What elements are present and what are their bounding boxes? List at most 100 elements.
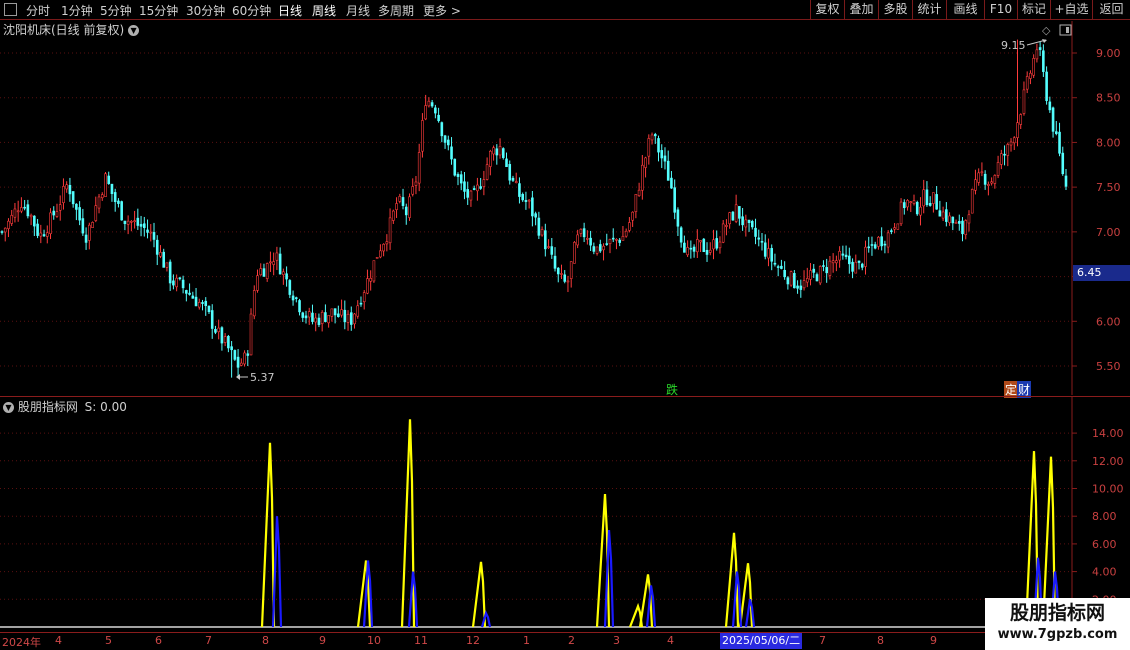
date-label: 4 bbox=[55, 634, 62, 647]
candle-body bbox=[767, 248, 770, 259]
candle-body bbox=[443, 135, 447, 143]
candle-body bbox=[860, 263, 864, 268]
candle-body bbox=[78, 207, 81, 221]
candle-body bbox=[395, 203, 398, 210]
candle-body bbox=[233, 350, 237, 360]
candle-body bbox=[294, 297, 298, 299]
candle-body bbox=[676, 209, 680, 227]
tab-monthly[interactable]: 月线 bbox=[346, 2, 370, 19]
draw-line-button[interactable]: 画线 bbox=[946, 0, 984, 20]
candle-body bbox=[1003, 153, 1006, 156]
candle-body bbox=[133, 220, 136, 222]
tab-30min[interactable]: 30分钟 bbox=[186, 2, 225, 19]
candle-body bbox=[579, 228, 583, 234]
candle-body bbox=[718, 241, 722, 249]
candle-body bbox=[770, 248, 774, 262]
mark-button[interactable]: 标记 bbox=[1017, 0, 1050, 20]
candle-body bbox=[1009, 141, 1013, 146]
candle-body bbox=[404, 206, 408, 216]
date-label: 8 bbox=[877, 634, 884, 647]
candle-body bbox=[870, 244, 874, 246]
candle-body bbox=[679, 227, 683, 243]
candle-body bbox=[686, 247, 689, 256]
candle-body bbox=[49, 212, 52, 235]
tab-fenshi[interactable]: 分时 bbox=[26, 2, 50, 19]
candle-body bbox=[812, 268, 816, 273]
candle-body bbox=[663, 155, 667, 162]
candle-body bbox=[728, 212, 731, 225]
candle-body bbox=[566, 280, 570, 283]
stock-chart-window: 分时 1分钟 5分钟 15分钟 30分钟 60分钟 日线 周线 月线 多周期 更… bbox=[0, 0, 1130, 650]
candle-body bbox=[142, 223, 146, 228]
panel-toggle-icon[interactable] bbox=[1059, 24, 1072, 36]
candle-body bbox=[120, 201, 123, 221]
candle-body bbox=[201, 302, 204, 304]
tab-multi-period[interactable]: 多周期 bbox=[378, 2, 414, 19]
candle-body bbox=[214, 329, 217, 333]
candle-body bbox=[715, 238, 719, 249]
tab-1min[interactable]: 1分钟 bbox=[61, 2, 93, 19]
blue-spike bbox=[744, 599, 756, 628]
candle-body bbox=[990, 181, 993, 184]
date-label: 1 bbox=[523, 634, 530, 647]
statistics-button[interactable]: 统计 bbox=[912, 0, 946, 20]
candle-body bbox=[941, 211, 945, 219]
tab-daily[interactable]: 日线 bbox=[278, 2, 302, 19]
candle-body bbox=[217, 327, 220, 333]
candle-body bbox=[398, 196, 402, 202]
price-axis-label: 5.50 bbox=[1096, 360, 1121, 373]
candle-body bbox=[637, 189, 641, 196]
multi-stock-button[interactable]: 多股 bbox=[878, 0, 912, 20]
candle-body bbox=[437, 114, 440, 122]
candle-body bbox=[896, 223, 900, 230]
candle-body bbox=[841, 253, 845, 256]
candle-body bbox=[417, 152, 421, 184]
candle-body bbox=[0, 231, 4, 233]
tab-60min[interactable]: 60分钟 bbox=[232, 2, 271, 19]
candle-body bbox=[508, 164, 512, 181]
candle-body bbox=[252, 290, 256, 317]
candle-body bbox=[7, 220, 10, 229]
candle-body bbox=[550, 246, 554, 255]
date-label: 7 bbox=[205, 634, 212, 647]
tab-more[interactable]: 更多 > bbox=[423, 2, 461, 19]
f10-button[interactable]: F10 bbox=[984, 0, 1017, 20]
price-axis-label: 6.00 bbox=[1096, 315, 1121, 328]
candle-body bbox=[631, 211, 634, 221]
candle-body bbox=[159, 252, 162, 257]
candle-body bbox=[337, 313, 340, 318]
tab-15min[interactable]: 15分钟 bbox=[139, 2, 178, 19]
tab-5min[interactable]: 5分钟 bbox=[100, 2, 132, 19]
candle-body bbox=[511, 177, 515, 181]
candle-body bbox=[256, 275, 259, 291]
overlay-button[interactable]: 叠加 bbox=[844, 0, 878, 20]
add-watchlist-button[interactable]: +自选 bbox=[1050, 0, 1092, 20]
candle-body bbox=[97, 196, 101, 209]
candle-body bbox=[844, 254, 848, 258]
candle-body bbox=[854, 261, 858, 274]
candles-group bbox=[0, 39, 1068, 378]
candle-body bbox=[948, 215, 951, 223]
candle-body bbox=[857, 260, 861, 263]
candle-body bbox=[162, 251, 166, 268]
candle-body bbox=[68, 184, 72, 195]
candle-body bbox=[52, 210, 56, 216]
fuquan-button[interactable]: 复权 bbox=[810, 0, 844, 20]
candle-body bbox=[469, 190, 473, 201]
crosshair-date: 2025/05/06/二 bbox=[720, 633, 803, 649]
tab-weekly[interactable]: 周线 bbox=[312, 2, 336, 19]
window-menu-icon[interactable] bbox=[4, 3, 17, 16]
candle-body bbox=[666, 160, 670, 181]
diamond-icon[interactable]: ◇ bbox=[1042, 24, 1051, 37]
candle-body bbox=[372, 260, 376, 282]
candle-body bbox=[961, 220, 964, 235]
candle-body bbox=[55, 211, 59, 217]
candle-body bbox=[240, 362, 243, 366]
back-button[interactable]: 返回 bbox=[1092, 0, 1130, 20]
candle-body bbox=[883, 243, 887, 246]
candle-body bbox=[867, 246, 871, 249]
candle-body bbox=[466, 189, 470, 198]
candle-body bbox=[243, 352, 246, 365]
candle-body bbox=[75, 203, 78, 210]
candle-body bbox=[689, 247, 693, 250]
